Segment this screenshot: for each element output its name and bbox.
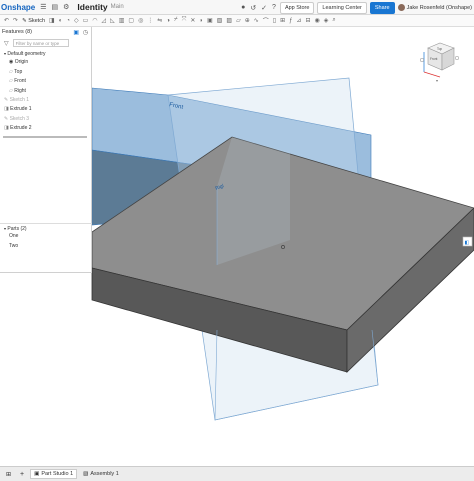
filter-icon[interactable]: ▽: [4, 40, 9, 47]
sketch-icon: ✎: [4, 96, 9, 103]
feature-label: Extrude 1: [10, 106, 32, 113]
plane-icon: ▱: [9, 87, 13, 94]
tab-assembly-1[interactable]: ▧ Assembly 1: [80, 470, 122, 478]
extrude-icon: ◨: [4, 125, 9, 132]
feature-label: Front: [14, 78, 26, 85]
add-tab-icon[interactable]: +: [17, 470, 27, 479]
feature-extrude-1[interactable]: ◨ Extrude 1: [0, 105, 91, 114]
view-cube[interactable]: Front Top ▾: [419, 42, 460, 83]
feature-front-plane[interactable]: ▱ Front: [0, 77, 91, 86]
parts-list: ▾ Parts (2) One Two: [0, 223, 92, 251]
tab-label: Assembly 1: [90, 471, 119, 477]
feature-sketch-1[interactable]: ✎ Sketch 1: [0, 96, 91, 105]
part-item-one[interactable]: One: [0, 232, 92, 241]
view-cube-front-label: Front: [430, 57, 438, 61]
feature-right-plane[interactable]: ▱ Right: [0, 87, 91, 96]
parts-title: Parts (2): [7, 226, 27, 232]
part-studio-icon: ▣: [34, 471, 40, 477]
feature-top-plane[interactable]: ▱ Top: [0, 68, 91, 77]
features-header: Features (8) ▣ ◷: [0, 27, 91, 37]
rollback-icon[interactable]: ◷: [83, 29, 88, 36]
feature-label: Sketch 1: [9, 96, 30, 103]
feature-filter: ▽ Filter by name or type: [0, 37, 91, 49]
features-title: Features (8): [2, 29, 32, 35]
tab-bar: ⊞ + ▣ Part Studio 1 ▧ Assembly 1: [0, 466, 474, 481]
feature-label: Right: [14, 87, 26, 94]
appearance-panel-icon: ◧: [465, 240, 470, 246]
view-cube-rotate-icon[interactable]: [454, 55, 460, 61]
plane-icon: ▱: [9, 78, 13, 85]
feature-label: Sketch 3: [9, 115, 30, 122]
view-menu-icon[interactable]: ▾: [436, 78, 438, 83]
add-folder-icon[interactable]: ▣: [73, 29, 79, 36]
origin-icon: ◉: [9, 59, 14, 66]
x-axis-icon: [423, 71, 441, 78]
feature-label: Top: [14, 68, 23, 75]
tab-list-icon[interactable]: ⊞: [3, 470, 14, 479]
rollback-bar[interactable]: [3, 135, 87, 138]
feature-default-geometry[interactable]: ▾ Default geometry: [0, 49, 91, 58]
tab-label: Part Studio 1: [41, 471, 74, 477]
view-cube-top-label: Top: [437, 47, 442, 51]
assembly-icon: ▧: [83, 471, 89, 477]
part-label: Two: [9, 242, 19, 249]
part-item-two[interactable]: Two: [0, 242, 92, 251]
feature-label: Default geometry: [7, 51, 46, 57]
plane-icon: ▱: [9, 68, 13, 75]
sketch-icon: ✎: [4, 115, 9, 122]
feature-label: Extrude 2: [10, 125, 32, 132]
feature-sketch-3[interactable]: ✎ Sketch 3: [0, 115, 91, 124]
feature-list-panel: Features (8) ▣ ◷ ▽ Filter by name or typ…: [0, 27, 92, 273]
feature-origin[interactable]: ◉ Origin: [0, 58, 91, 67]
parts-header[interactable]: ▾ Parts (2): [0, 223, 92, 232]
chevron-down-icon[interactable]: ▾: [4, 226, 6, 231]
tab-part-studio-1[interactable]: ▣ Part Studio 1: [30, 469, 78, 479]
feature-label: Origin: [14, 59, 29, 66]
part-label: One: [9, 233, 19, 240]
view-cube-rotate-left-icon[interactable]: [419, 57, 425, 63]
extrude-icon: ◨: [4, 106, 9, 113]
feature-extrude-2[interactable]: ◨ Extrude 2: [0, 124, 91, 133]
filter-input[interactable]: Filter by name or type: [12, 39, 69, 47]
chevron-down-icon[interactable]: ▾: [4, 51, 6, 56]
